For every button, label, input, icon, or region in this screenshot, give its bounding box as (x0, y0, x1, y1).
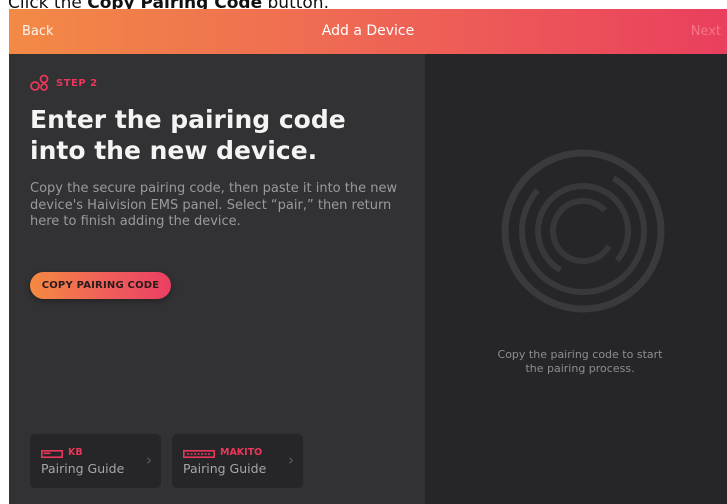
pairing-status-message: Copy the pairing code to start the pairi… (445, 348, 715, 376)
instructions-panel: STEP 2 Enter the pairing code into the n… (9, 54, 425, 504)
navigation-bar: Back Add a Device Next (9, 9, 727, 54)
copy-pairing-code-button[interactable]: COPY PAIRING CODE (30, 272, 171, 299)
pairing-link-icon (30, 74, 49, 91)
guide-label-kb: Pairing Guide (41, 461, 125, 476)
device-outline-icon (183, 450, 215, 458)
step-indicator: STEP 2 (30, 74, 98, 92)
page-headline: Enter the pairing code into the new devi… (30, 104, 410, 166)
chevron-right-icon: › (146, 451, 152, 469)
status-message-line-2: the pairing process. (525, 362, 635, 375)
headline-line-1: Enter the pairing code (30, 105, 346, 134)
step-label: STEP 2 (56, 77, 98, 89)
chevron-right-icon: › (288, 451, 294, 469)
next-button[interactable]: Next (691, 9, 721, 54)
spinner-rings-icon (501, 149, 665, 313)
kb-pairing-guide-card[interactable]: KB Pairing Guide › (30, 434, 161, 488)
device-outline-icon (41, 450, 63, 458)
status-message-line-1: Copy the pairing code to start (497, 348, 663, 361)
guide-model-makito: MAKITO (220, 447, 263, 458)
guide-model-kb: KB (68, 447, 83, 458)
guide-label-makito: Pairing Guide (183, 461, 267, 476)
headline-line-2: into the new device. (30, 136, 318, 165)
pairing-description: Copy the secure pairing code, then paste… (30, 181, 398, 229)
pairing-status-panel: Copy the pairing code to start the pairi… (425, 54, 727, 504)
makito-pairing-guide-card[interactable]: MAKITO Pairing Guide › (172, 434, 303, 488)
page-title: Add a Device (321, 23, 415, 39)
